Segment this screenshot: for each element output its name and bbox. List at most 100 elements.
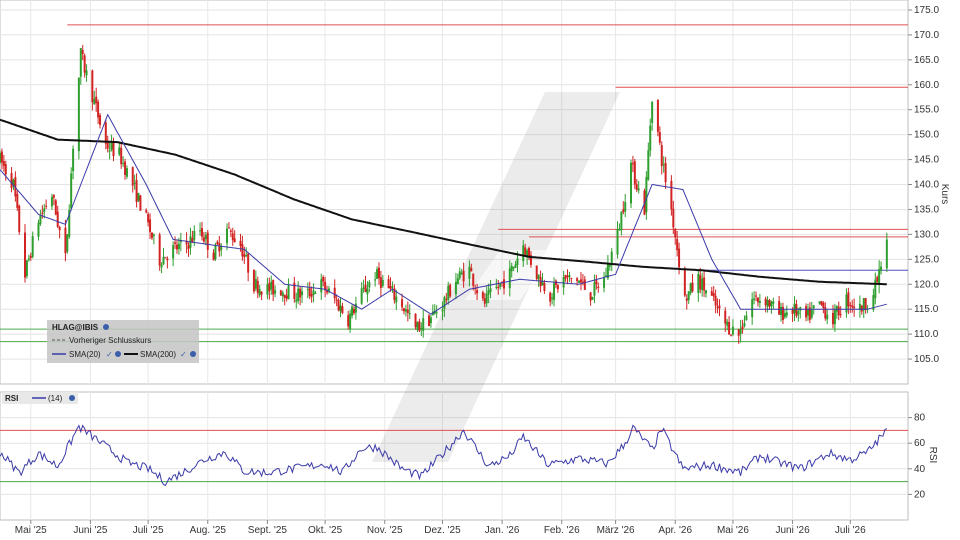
candle-body: [618, 229, 621, 231]
candle-body: [406, 309, 409, 313]
candle-body: [481, 292, 484, 299]
candle-body: [364, 284, 367, 292]
candle-body: [295, 299, 298, 302]
candle-body: [204, 234, 207, 240]
candle-body: [718, 305, 721, 309]
candle-body: [164, 257, 167, 259]
candle-body: [45, 205, 48, 207]
candle-body: [79, 48, 82, 77]
candle-body: [497, 287, 500, 289]
candle-body: [152, 234, 155, 237]
candle-body: [120, 147, 123, 165]
candle-body: [362, 287, 365, 289]
candle-body: [381, 279, 384, 286]
price-y-tick-label: 155.0: [914, 105, 939, 116]
candle-body: [297, 288, 300, 301]
candle-body: [649, 125, 652, 151]
candle-body: [368, 282, 371, 288]
candle-body: [187, 245, 190, 249]
candle-body: [770, 301, 773, 307]
candle-body: [793, 303, 796, 314]
legend-sma200-label: SMA(200): [140, 350, 176, 359]
price-y-tick-label: 125.0: [914, 254, 939, 265]
rsi-y-axis: 20 40 60 80: [908, 413, 926, 500]
candle-body: [635, 184, 638, 190]
candle-body: [206, 232, 209, 250]
candle-body: [351, 306, 354, 316]
candle-body: [125, 168, 128, 177]
price-y-tick-label: 170.0: [914, 30, 939, 41]
candle-body: [780, 306, 783, 316]
candle-body: [283, 294, 286, 298]
legend-sma20-label: SMA(20): [69, 350, 101, 359]
sma200-settings-icon[interactable]: [190, 351, 196, 357]
candle-body: [712, 292, 715, 297]
candle-body: [549, 292, 552, 302]
x-tick-label: März '26: [597, 525, 635, 536]
symbol-gear-icon[interactable]: [103, 324, 109, 330]
candle-body: [539, 277, 542, 287]
candle-body: [660, 145, 663, 167]
candle-body: [656, 100, 659, 132]
candle-body: [160, 264, 163, 268]
candle-body: [699, 275, 702, 290]
candle-body: [200, 228, 203, 237]
candle-body: [697, 273, 700, 293]
candle-body: [566, 275, 569, 277]
candle-body: [54, 200, 57, 215]
candle-body: [822, 302, 825, 308]
candle-body: [366, 288, 369, 295]
candle-body: [50, 196, 53, 207]
candle-body: [818, 301, 821, 304]
candle-body: [443, 297, 446, 309]
candle-body: [701, 278, 704, 291]
rsi-axis-label: RSI: [927, 447, 938, 464]
candle-body: [241, 244, 244, 257]
x-tick-label: Sept. '25: [248, 525, 288, 536]
candle-body: [414, 313, 417, 328]
sma200-check-icon[interactable]: ✓: [180, 350, 187, 359]
candle-body: [570, 277, 573, 279]
candle-body: [516, 258, 519, 266]
candle-body: [99, 115, 102, 125]
candle-body: [508, 268, 511, 289]
candle-body: [460, 272, 463, 274]
candle-body: [689, 283, 692, 294]
candle-body: [522, 245, 525, 262]
candle-body: [258, 289, 261, 296]
candle-body: [541, 281, 544, 286]
rsi-settings-icon[interactable]: [69, 395, 75, 401]
candle-body: [395, 296, 398, 303]
candle-body: [416, 322, 419, 330]
candle-body: [885, 239, 888, 269]
candle-body: [360, 288, 363, 304]
candle-body: [449, 284, 452, 297]
candle-body: [25, 260, 28, 277]
candle-body: [322, 277, 325, 282]
sma20-check-icon[interactable]: ✓: [106, 350, 113, 359]
candle-body: [806, 309, 809, 316]
candle-body: [851, 305, 854, 308]
sma20-settings-icon[interactable]: [115, 351, 121, 357]
candle-body: [624, 201, 627, 212]
candle-body: [212, 252, 215, 261]
candle-body: [233, 238, 236, 243]
candle-body: [755, 295, 758, 297]
candle-body: [797, 311, 800, 315]
candle-body: [862, 298, 865, 311]
candle-body: [489, 288, 492, 292]
candle-body: [716, 306, 719, 308]
candle-body: [314, 292, 317, 294]
candle-body: [199, 230, 202, 232]
candle-body: [83, 55, 86, 73]
candle-body: [864, 298, 867, 310]
rsi-y-tick-label: 20: [914, 489, 926, 500]
candle-body: [354, 303, 357, 313]
x-tick-label: Feb. '26: [544, 525, 580, 536]
x-tick-label: Juli '26: [835, 525, 866, 536]
candle-body: [495, 286, 498, 288]
x-tick-label: Aug. '25: [190, 525, 227, 536]
candle-body: [485, 293, 488, 304]
candle-body: [0, 151, 3, 163]
price-y-tick-label: 150.0: [914, 130, 939, 141]
